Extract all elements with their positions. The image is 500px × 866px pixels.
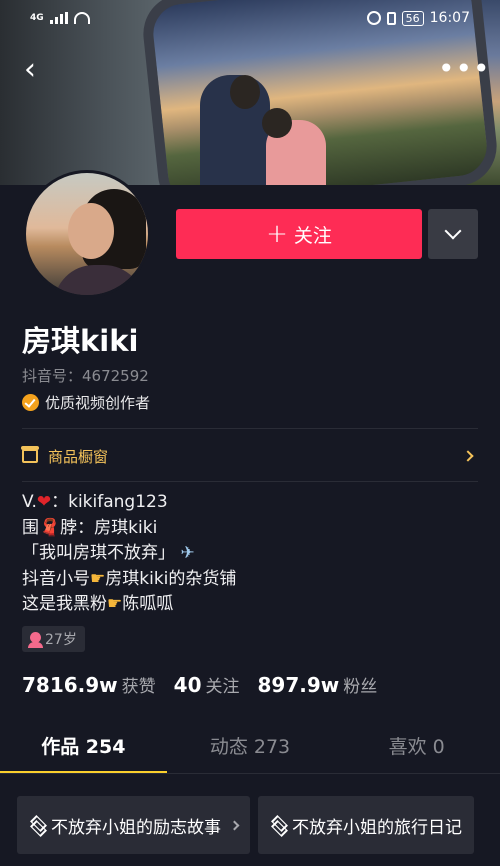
- pointing-right-icon: ☛: [107, 594, 123, 614]
- collections-row: 不放弃小姐的励志故事 不放弃小姐的旅行日记: [17, 796, 474, 854]
- back-button[interactable]: ‹: [24, 52, 64, 92]
- follow-label: 关注: [293, 224, 332, 247]
- battery-icon: 56: [401, 10, 424, 26]
- pointing-right-icon: ☛: [90, 568, 106, 589]
- person-head: [262, 108, 292, 138]
- chevron-left-icon: ‹: [24, 52, 36, 87]
- signal-icon: [49, 12, 68, 24]
- shop-label: 商品橱窗: [48, 447, 109, 466]
- divider: [22, 428, 478, 429]
- shop-icon: [21, 446, 39, 463]
- bio: V.❤：kikifang123 围🧣脖：房琪kiki 「我叫房琪不放弃」 ✈ 抖…: [22, 490, 236, 618]
- airplane-icon: ✈: [180, 543, 195, 563]
- wifi-icon: [73, 12, 90, 24]
- layers-icon: [270, 817, 286, 833]
- vibrate-icon: [386, 11, 396, 25]
- avatar-body: [54, 265, 144, 295]
- douyin-id: 抖音号：4672592: [22, 367, 149, 385]
- bio-text: V.: [22, 492, 37, 512]
- bio-line: 抖音小号☛房琪kiki的杂货铺: [22, 567, 236, 593]
- bio-line: 这是我黑粉☛陈呱呱: [22, 592, 236, 618]
- stat-likes: 7816.9w 获赞: [22, 672, 156, 697]
- stat-label: 粉丝: [343, 677, 378, 697]
- content-tabs: 作品 254 动态 273 喜欢 0: [0, 720, 500, 774]
- stat-number: 40: [173, 673, 202, 697]
- creator-badge: 优质视频创作者: [22, 392, 150, 413]
- bio-line: V.❤：kikifang123: [22, 490, 236, 516]
- chevron-down-icon: [444, 222, 462, 240]
- heart-icon: ❤: [36, 492, 52, 512]
- profile-name: 房琪kiki: [22, 324, 139, 358]
- stat-following[interactable]: 40 关注: [174, 672, 240, 697]
- status-bar: 4G 56 16:07: [0, 0, 500, 36]
- tab-likes[interactable]: 喜欢 0: [333, 720, 500, 774]
- product-showcase-link[interactable]: 商品橱窗: [21, 436, 478, 476]
- collection-label: 不放弃小姐的旅行日记: [292, 817, 462, 838]
- collection-label: 不放弃小姐的励志故事: [51, 817, 221, 838]
- chevron-right-icon: [462, 450, 474, 462]
- scarf-icon: 🧣: [39, 517, 61, 538]
- bio-text: 围: [22, 517, 39, 538]
- stat-number: 7816.9w: [22, 673, 118, 697]
- network-type: 4G: [30, 13, 44, 23]
- collection-chip[interactable]: 不放弃小姐的旅行日记: [258, 796, 474, 854]
- more-button[interactable]: •••: [438, 52, 490, 92]
- stat-number: 897.9w: [257, 673, 340, 697]
- plus-icon: +: [266, 219, 288, 249]
- tab-works[interactable]: 作品 254: [0, 720, 167, 774]
- stat-followers[interactable]: 897.9w 粉丝: [258, 672, 378, 697]
- tabs-divider: [0, 773, 500, 774]
- bio-text: 「我叫房琪不放弃」: [22, 543, 175, 563]
- age-label: 27岁: [45, 632, 77, 648]
- stat-label: 关注: [205, 677, 240, 697]
- recommend-dropdown-button[interactable]: [428, 209, 478, 259]
- bio-line: 「我叫房琪不放弃」 ✈: [22, 541, 236, 567]
- collection-chip[interactable]: 不放弃小姐的励志故事: [17, 796, 250, 854]
- bio-text: 房琪kiki的杂货铺: [105, 568, 237, 589]
- chevron-right-icon: [229, 820, 240, 830]
- creator-badge-label: 优质视频创作者: [45, 394, 151, 412]
- bio-text: 脖：房琪kiki: [60, 517, 158, 538]
- avatar[interactable]: [23, 170, 151, 298]
- verified-check-icon: [22, 394, 39, 411]
- clock: 16:07: [429, 10, 470, 26]
- female-icon: [28, 631, 43, 648]
- tab-moments[interactable]: 动态 273: [167, 720, 334, 774]
- stat-label: 获赞: [121, 677, 156, 697]
- bio-line: 围🧣脖：房琪kiki: [22, 516, 236, 542]
- profile-stats: 7816.9w 获赞 40 关注 897.9w 粉丝: [22, 672, 395, 697]
- divider: [22, 481, 478, 482]
- more-horizontal-icon: •••: [438, 52, 491, 85]
- follow-button[interactable]: + 关注: [176, 209, 422, 259]
- alarm-icon: [366, 11, 381, 25]
- bio-text: 陈呱呱: [122, 594, 174, 614]
- avatar-face: [68, 203, 114, 259]
- bio-text: 抖音小号: [22, 568, 90, 589]
- age-tag: 27岁: [22, 626, 85, 652]
- layers-icon: [29, 817, 45, 833]
- bio-text: ：kikifang123: [51, 492, 168, 512]
- bio-text: 这是我黑粉: [22, 594, 107, 614]
- person-head: [230, 75, 260, 109]
